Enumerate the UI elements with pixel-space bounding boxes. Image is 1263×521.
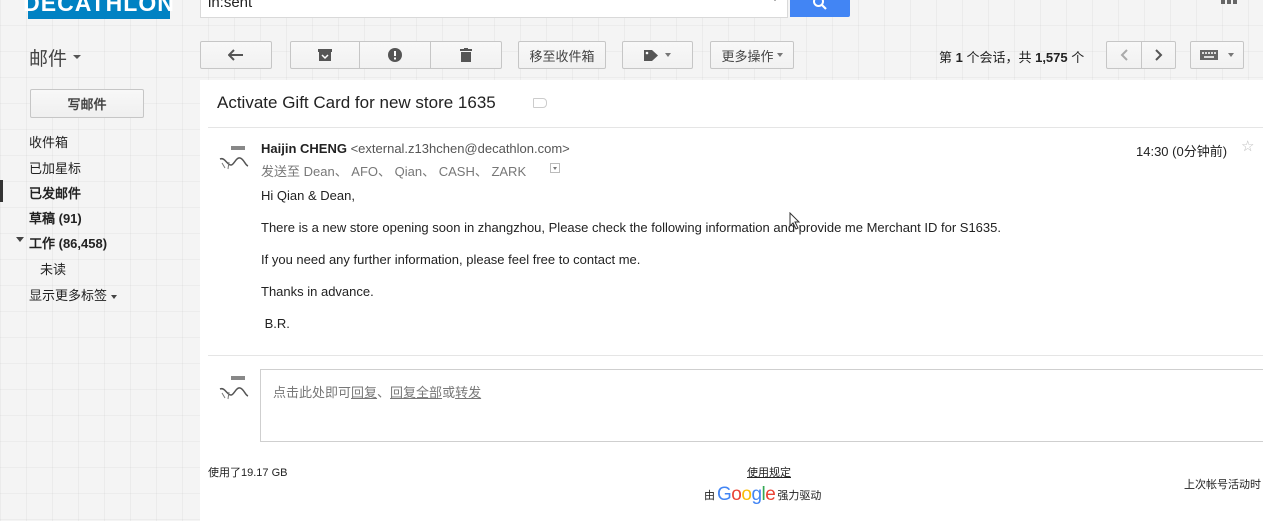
- sidebar-item-unread[interactable]: 未读: [40, 259, 66, 278]
- trash-icon: [460, 48, 472, 62]
- reply-prompt: 点击此处即可回复、回复全部或转发: [273, 382, 481, 401]
- show-details-chevron-icon[interactable]: [550, 163, 560, 173]
- report-spam-button[interactable]: [359, 41, 431, 69]
- sender-line: Haijin CHENG <external.z13hchen@decathlo…: [261, 141, 570, 156]
- google-logo: Google: [717, 484, 776, 505]
- search-icon: [813, 0, 827, 10]
- spam-alert-icon: [388, 48, 402, 62]
- message-time: 14:30 (0分钟前): [1136, 144, 1228, 159]
- apps-grid-icon[interactable]: [1221, 0, 1239, 6]
- back-button[interactable]: [200, 41, 272, 69]
- mail-menu-chevron-down-icon[interactable]: [73, 55, 81, 59]
- delete-button[interactable]: [430, 41, 502, 69]
- mouse-cursor-icon: [789, 211, 801, 233]
- reply-all-link[interactable]: 回复全部: [390, 385, 442, 400]
- chevron-down-icon: [110, 294, 117, 299]
- mail-menu-label[interactable]: 邮件: [29, 44, 67, 71]
- newer-button[interactable]: [1106, 41, 1142, 69]
- reply-sep: 、: [377, 385, 391, 400]
- older-button[interactable]: [1141, 41, 1176, 69]
- star-icon[interactable]: ☆: [1241, 137, 1254, 155]
- body-line: If you need any further information, ple…: [261, 252, 641, 267]
- archive-button[interactable]: [290, 41, 360, 69]
- search-input-value: in:sent: [208, 0, 253, 11]
- reply-box[interactable]: [260, 369, 1263, 442]
- search-input[interactable]: [200, 0, 788, 18]
- more-actions-label: 更多操作: [721, 48, 774, 64]
- move-to-inbox-button[interactable]: 移至收件箱: [518, 41, 606, 69]
- search-button[interactable]: [790, 0, 850, 17]
- keyboard-icon: [1200, 50, 1218, 60]
- back-arrow-icon: [228, 49, 243, 61]
- compose-button[interactable]: 写邮件: [30, 89, 144, 118]
- sidebar-item-sent[interactable]: 已发邮件: [29, 183, 81, 202]
- chevron-left-icon: [1120, 49, 1128, 61]
- sidebar-active-indicator: [0, 180, 3, 202]
- reply-prefix: 点击此处即可: [273, 385, 352, 400]
- archive-icon: [318, 48, 332, 61]
- chevron-right-icon: [1154, 49, 1162, 61]
- sidebar-item-inbox[interactable]: 收件箱: [29, 132, 68, 151]
- powered-prefix: 由: [704, 490, 715, 502]
- sidebar-item-starred[interactable]: 已加星标: [29, 158, 81, 177]
- pager-current: 1: [955, 50, 963, 65]
- labels-button[interactable]: [622, 41, 693, 69]
- pager-middle: 个会话，共: [962, 50, 1036, 65]
- sender-name[interactable]: Haijin CHENG: [261, 141, 347, 156]
- recipients: 发送至 Dean、 AFO、 Qian、 CASH、 ZARK: [261, 164, 527, 179]
- sender-email: <external.z13hchen@decathlon.com>: [350, 141, 570, 156]
- more-labels-text: 显示更多标签: [29, 288, 108, 303]
- pager-total: 1,575: [1035, 50, 1068, 65]
- body-line: B.R.: [261, 316, 290, 331]
- sidebar-item-more-labels[interactable]: 显示更多标签: [29, 285, 117, 304]
- sidebar-item-work[interactable]: 工作 (86,458): [29, 233, 107, 252]
- search-options-chevron-down-icon[interactable]: [769, 0, 781, 1]
- reply-or: 或: [442, 385, 456, 400]
- forward-link[interactable]: 转发: [455, 385, 481, 400]
- pager-suffix: 个: [1067, 50, 1085, 65]
- powered-suffix: 强力驱动: [777, 490, 822, 502]
- decathlon-logo[interactable]: DECATHLON: [23, 0, 174, 19]
- input-tools-button[interactable]: [1190, 41, 1244, 69]
- reply-link[interactable]: 回复: [351, 385, 377, 400]
- avatar-image: [217, 373, 250, 406]
- chevron-down-icon: [776, 53, 783, 57]
- sidebar-item-drafts[interactable]: 草稿 (91): [29, 208, 82, 227]
- terms-link[interactable]: 使用规定: [747, 464, 791, 480]
- body-line: Thanks in advance.: [261, 284, 374, 299]
- avatar-image: [217, 143, 250, 176]
- move-to-inbox-label: 移至收件箱: [529, 48, 595, 64]
- chevron-down-icon: [665, 53, 671, 57]
- storage-usage: 使用了19.17 GB: [208, 467, 288, 479]
- sender-avatar[interactable]: [217, 143, 250, 176]
- divider: [208, 355, 1263, 356]
- tag-icon: [644, 49, 658, 61]
- body-line: Hi Qian & Dean,: [261, 188, 355, 203]
- body-line: There is a new store opening soon in zha…: [261, 220, 1001, 235]
- pagination-text: 第 1 个会话，共 1,575 个: [939, 47, 1084, 66]
- chevron-down-icon: [1228, 53, 1234, 57]
- last-activity: 上次帐号活动时: [1184, 479, 1261, 491]
- more-actions-button[interactable]: 更多操作: [710, 41, 794, 69]
- collapse-triangle-icon[interactable]: [16, 237, 24, 242]
- divider: [208, 127, 1263, 128]
- my-avatar: [217, 373, 250, 406]
- label-tag-icon[interactable]: [533, 98, 547, 108]
- pager-prefix: 第: [939, 50, 956, 65]
- message-subject: Activate Gift Card for new store 1635: [217, 93, 496, 112]
- powered-by: 由 Google 强力驱动: [704, 484, 821, 506]
